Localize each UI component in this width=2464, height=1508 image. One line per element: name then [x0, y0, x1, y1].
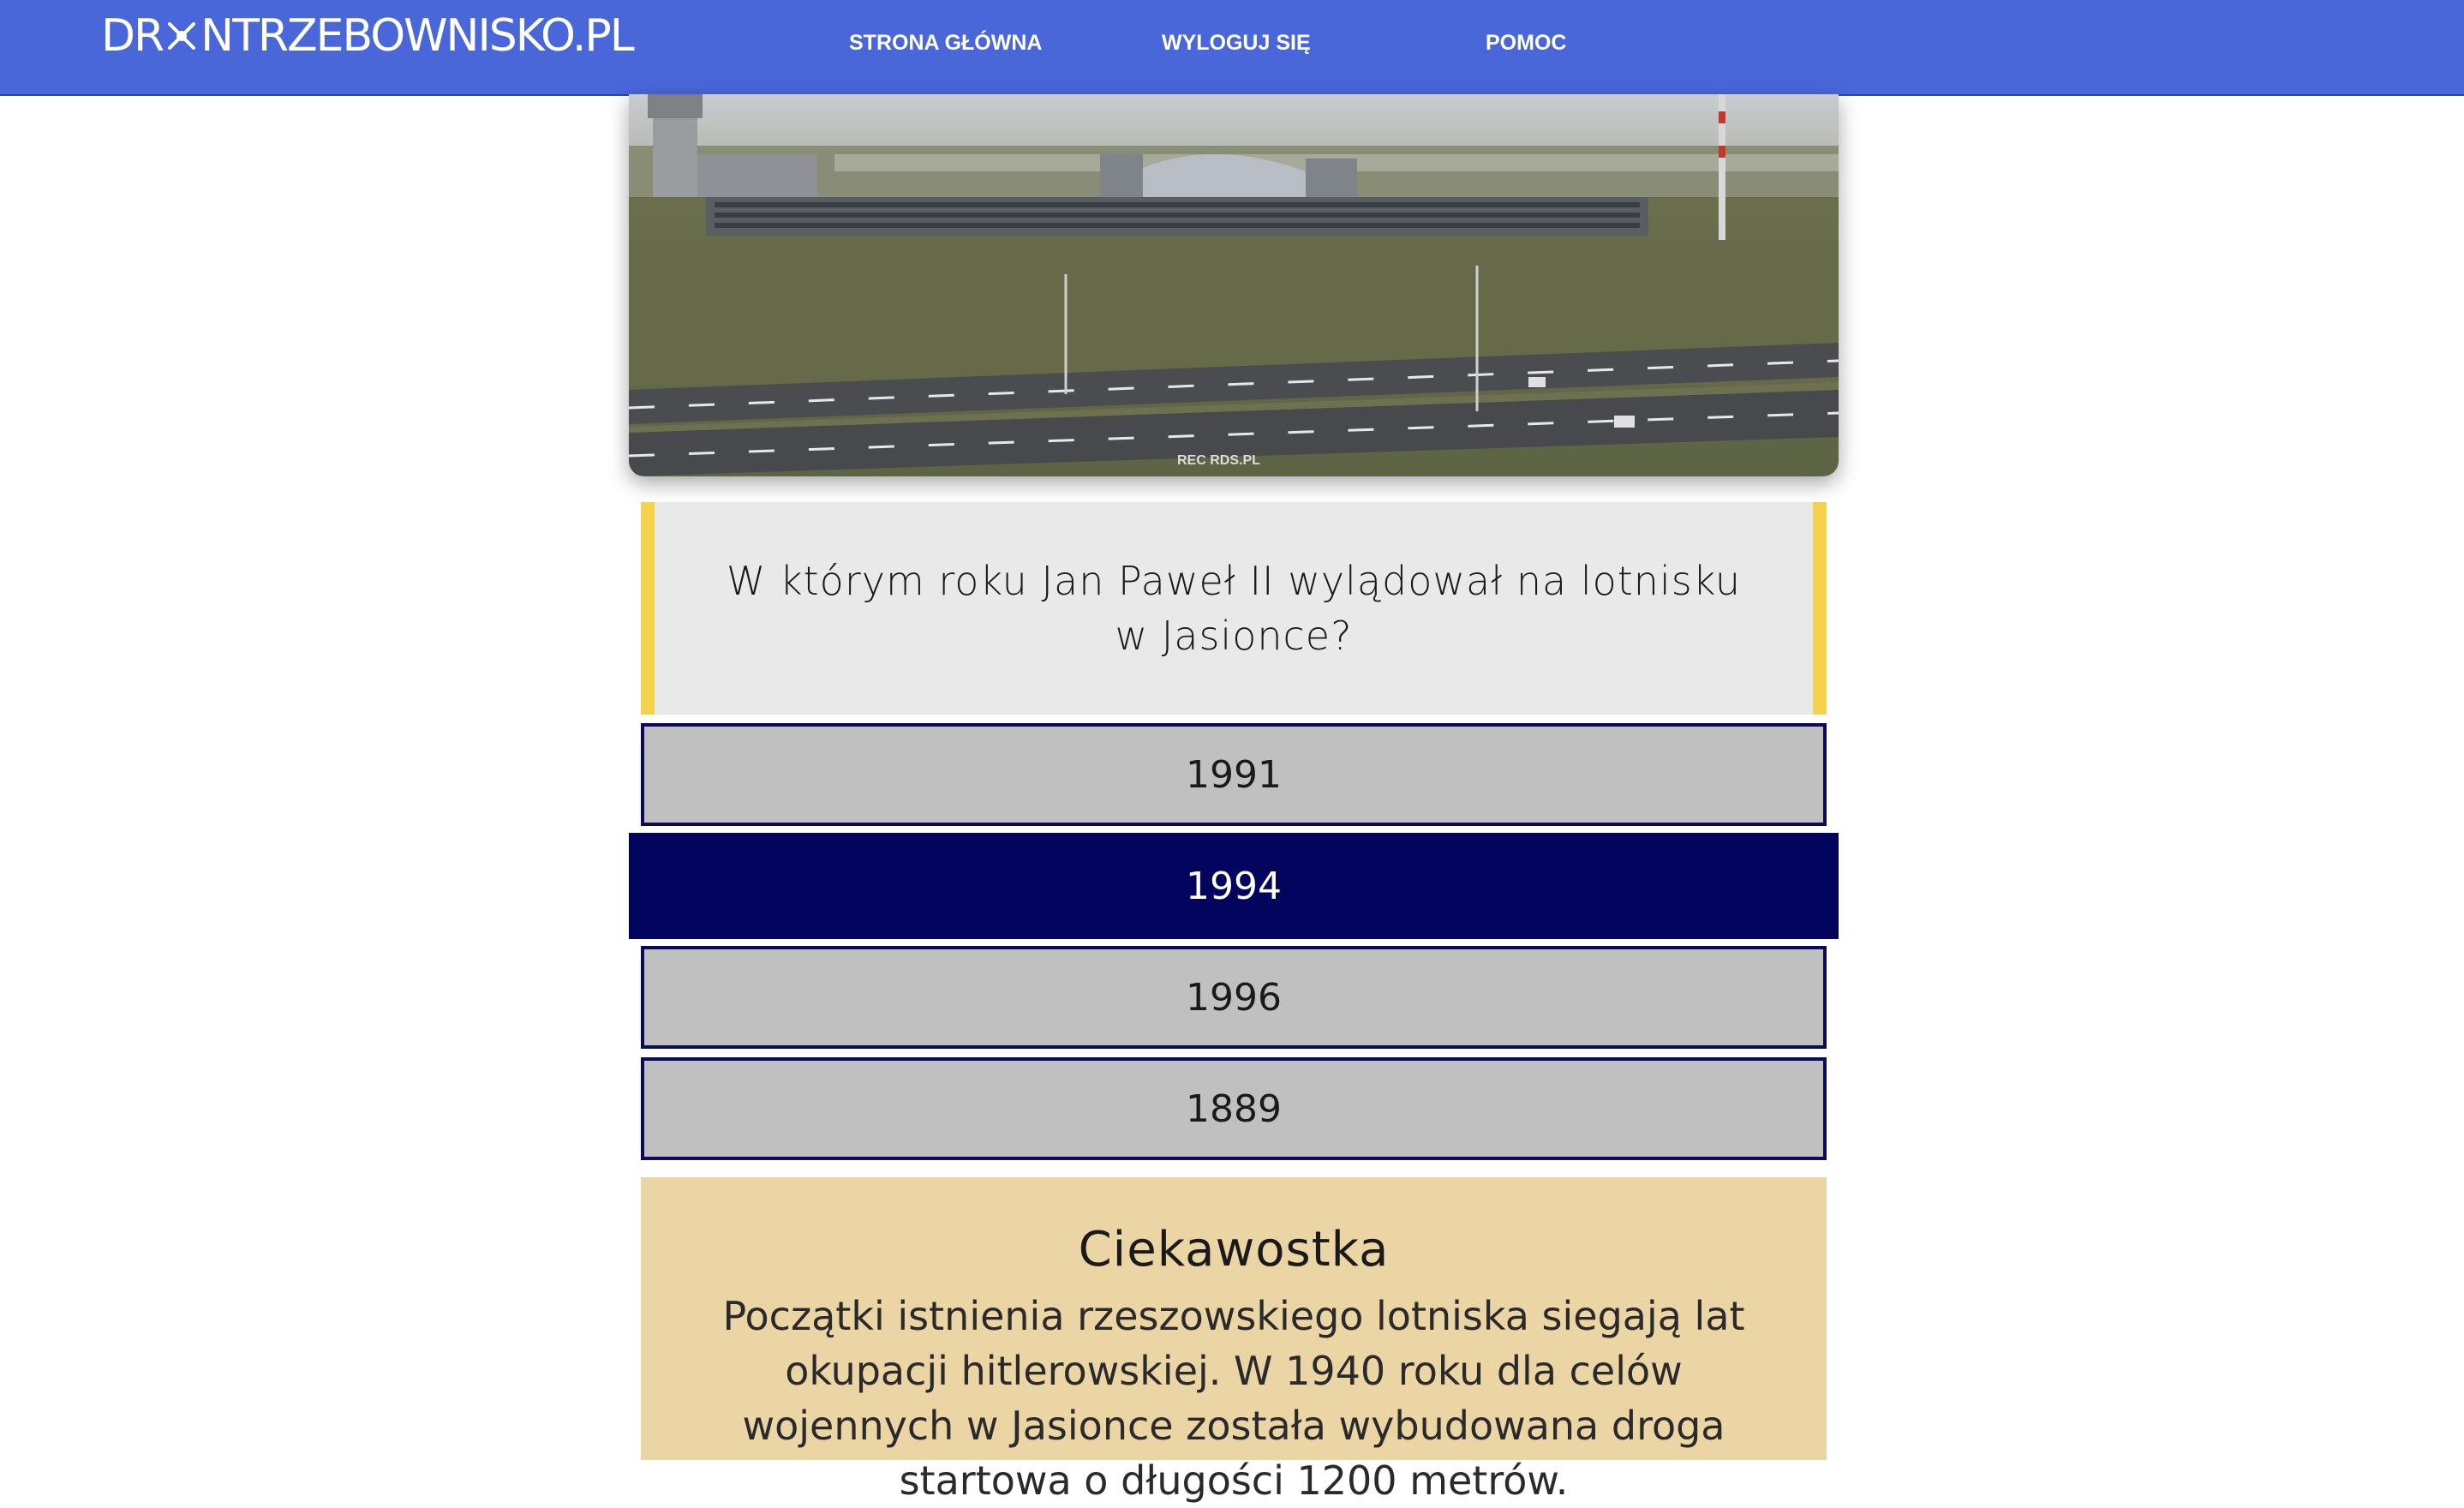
nav-logout[interactable]: WYLOGUJ SIĘ	[1162, 27, 1311, 58]
fun-fact-box: Ciekawostka Początki istnienia rzeszowsk…	[641, 1177, 1827, 1504]
nav-home[interactable]: STRONA GŁÓWNA	[849, 27, 1042, 58]
site-logo[interactable]: DR NTRZEBOWNISKO.PL	[101, 10, 635, 62]
logo-text-start: DR	[101, 10, 164, 62]
top-navbar: DR NTRZEBOWNISKO.PL STRONA GŁÓWNA WYLOGU…	[0, 0, 2464, 96]
question-text: W którym roku Jan Paweł II wylądował na …	[726, 558, 1742, 659]
answer-option-2-selected[interactable]: 1994	[629, 833, 1839, 939]
fun-fact-text: Początki istnienia rzeszowskiego lotnisk…	[722, 1293, 1745, 1504]
question-box: W którym roku Jan Paweł II wylądował na …	[641, 502, 1827, 715]
answer-option-1[interactable]: 1991	[641, 723, 1827, 826]
drone-icon	[168, 22, 196, 50]
answer-option-3[interactable]: 1996	[641, 946, 1827, 1049]
nav-help[interactable]: POMOC	[1486, 27, 1566, 58]
photo-watermark: REC RDS.PL	[1177, 453, 1260, 468]
airport-photo: REC RDS.PL	[629, 94, 1839, 476]
fun-fact-title: Ciekawostka	[1078, 1222, 1390, 1278]
answer-option-4[interactable]: 1889	[641, 1057, 1827, 1160]
logo-text-end: NTRZEBOWNISKO.PL	[200, 10, 635, 62]
